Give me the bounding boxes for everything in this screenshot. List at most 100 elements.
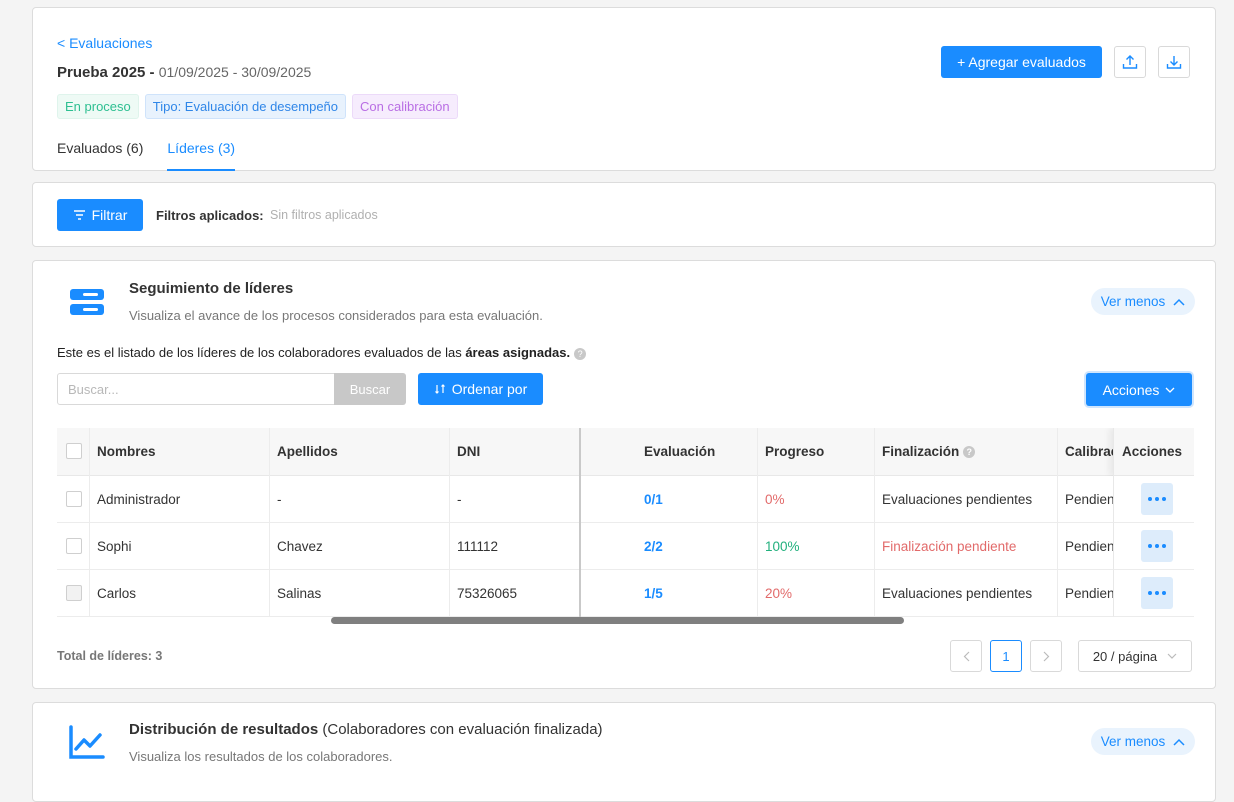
column-header-nombres[interactable]: Nombres xyxy=(89,428,269,476)
cell-dni: - xyxy=(449,476,579,523)
row-actions-button[interactable] xyxy=(1141,483,1173,515)
prev-page-button[interactable] xyxy=(950,640,982,672)
evaluation-title: Prueba 2025 - 01/09/2025 - 30/09/2025 xyxy=(57,64,311,81)
cell-nombres: Administrador xyxy=(89,476,269,523)
upload-button[interactable] xyxy=(1114,46,1146,78)
acciones-dropdown-button[interactable]: Acciones xyxy=(1086,373,1192,406)
results-distribution-card: Distribución de resultados (Colaboradore… xyxy=(32,702,1216,802)
cell-evaluacion-link[interactable]: 2/2 xyxy=(636,523,757,570)
cell-apellidos: Chavez xyxy=(269,523,449,570)
cell-dni: 75326065 xyxy=(449,570,579,617)
tabs: Evaluados (6) Líderes (3) xyxy=(57,140,236,171)
page-size-value: 20 / página xyxy=(1092,648,1158,664)
tab-evaluados[interactable]: Evaluados (6) xyxy=(57,140,143,171)
cell-calibracion: Pendiente xyxy=(1057,476,1113,523)
toggle-label: Ver menos xyxy=(1100,294,1166,309)
filter-icon xyxy=(73,210,85,220)
column-header-apellidos[interactable]: Apellidos xyxy=(269,428,449,476)
note-bold-text: áreas asignadas. xyxy=(465,345,571,360)
cell-hidden xyxy=(579,523,636,570)
cell-finalizacion: Evaluaciones pendientes xyxy=(874,570,1057,617)
page-1-button[interactable]: 1 xyxy=(990,640,1022,672)
download-button[interactable] xyxy=(1158,46,1190,78)
help-icon[interactable]: ? xyxy=(963,446,976,459)
toggle-label: Ver menos xyxy=(1100,734,1166,749)
cell-finalizacion: Finalización pendiente xyxy=(874,523,1057,570)
column-header-dni[interactable]: DNI xyxy=(449,428,579,476)
chevron-right-icon xyxy=(1043,651,1049,661)
upload-icon xyxy=(1122,55,1138,69)
sort-button-label: Ordenar por xyxy=(451,381,528,397)
row-checkbox[interactable] xyxy=(66,491,82,507)
cell-apellidos: - xyxy=(269,476,449,523)
cell-progreso: 0% xyxy=(757,476,874,523)
leaders-list-note: Este es el listado de los líderes de los… xyxy=(57,345,587,360)
download-icon xyxy=(1166,56,1182,69)
more-dots-icon xyxy=(1155,544,1159,548)
filter-button[interactable]: Filtrar xyxy=(57,199,143,231)
chevron-up-icon xyxy=(1173,738,1185,746)
distribution-ver-menos-toggle[interactable]: Ver menos xyxy=(1091,728,1195,755)
tab-lideres[interactable]: Líderes (3) xyxy=(167,140,236,171)
row-actions-button[interactable] xyxy=(1141,530,1173,562)
acciones-button-label: Acciones xyxy=(1102,381,1160,398)
filters-applied-label: Filtros aplicados: xyxy=(156,208,264,223)
calibration-badge: Con calibración xyxy=(352,94,458,119)
cell-calibracion: Pendiente xyxy=(1057,570,1113,617)
cell-finalizacion: Evaluaciones pendientes xyxy=(874,476,1057,523)
column-divider xyxy=(89,428,90,617)
cell-hidden xyxy=(579,570,636,617)
status-tags: En proceso Tipo: Evaluación de desempeño… xyxy=(57,94,458,119)
row-actions-button[interactable] xyxy=(1141,577,1173,609)
cell-calibracion: Pendiente xyxy=(1057,523,1113,570)
search-button[interactable]: Buscar xyxy=(334,373,406,405)
row-checkbox-cell xyxy=(57,476,89,523)
search-input[interactable] xyxy=(57,373,335,405)
sort-button[interactable]: Ordenar por xyxy=(418,373,543,405)
note-text: Este es el listado de los líderes de los… xyxy=(57,345,466,360)
column-header-acciones: Acciones xyxy=(1113,428,1194,476)
cell-evaluacion-link[interactable]: 1/5 xyxy=(636,570,757,617)
chevron-down-icon xyxy=(1167,653,1177,659)
next-page-button[interactable] xyxy=(1030,640,1062,672)
cell-apellidos: Salinas xyxy=(269,570,449,617)
table-horizontal-scrollbar[interactable] xyxy=(331,617,904,624)
chevron-up-icon xyxy=(1173,298,1185,306)
total-leaders: Total de líderes: 3 xyxy=(57,649,163,663)
page-size-select[interactable]: 20 / página xyxy=(1078,640,1192,672)
column-header-evaluacion[interactable]: Evaluación xyxy=(636,428,757,476)
select-all-cell xyxy=(57,428,89,476)
row-checkbox-cell xyxy=(57,523,89,570)
distribution-section-title: Distribución de resultados (Colaboradore… xyxy=(129,721,603,738)
distribution-title-extra: (Colaboradores con evaluación finalizada… xyxy=(318,721,603,738)
select-all-checkbox[interactable] xyxy=(66,443,82,459)
column-divider xyxy=(1057,428,1058,617)
row-checkbox-cell xyxy=(57,570,89,617)
more-dots-icon xyxy=(1162,591,1166,595)
chevron-left-icon xyxy=(963,651,969,661)
help-icon[interactable]: ? xyxy=(574,347,587,360)
column-header-progreso[interactable]: Progreso xyxy=(757,428,874,476)
add-evaluados-button[interactable]: + Agregar evaluados xyxy=(941,46,1102,78)
cell-nombres: Sophi xyxy=(89,523,269,570)
back-link-evaluaciones[interactable]: < Evaluaciones xyxy=(57,35,152,51)
title-separator: - xyxy=(145,64,159,81)
column-header-calibracion[interactable]: Calibración xyxy=(1057,428,1113,476)
evaluation-name: Prueba 2025 xyxy=(57,64,146,81)
row-checkbox[interactable] xyxy=(66,585,82,601)
more-dots-icon xyxy=(1148,544,1152,548)
evaluation-dates: 01/09/2025 - 30/09/2025 xyxy=(158,64,312,80)
leaders-table: Nombres Apellidos DNI Evaluación Progres… xyxy=(57,428,1194,617)
more-dots-icon xyxy=(1155,591,1159,595)
leaders-section-title: Seguimiento de líderes xyxy=(129,280,294,297)
finalizacion-label: Finalización xyxy=(882,444,960,459)
filter-button-label: Filtrar xyxy=(91,207,128,223)
server-icon xyxy=(67,283,107,323)
column-header-finalizacion[interactable]: Finalización? xyxy=(874,428,1057,476)
filters-applied-value: Sin filtros aplicados xyxy=(270,208,378,222)
leaders-tracking-card: Seguimiento de líderes Visualiza el avan… xyxy=(32,260,1216,689)
row-checkbox[interactable] xyxy=(66,538,82,554)
column-divider xyxy=(269,428,270,617)
leaders-ver-menos-toggle[interactable]: Ver menos xyxy=(1091,288,1195,315)
cell-evaluacion-link[interactable]: 0/1 xyxy=(636,476,757,523)
